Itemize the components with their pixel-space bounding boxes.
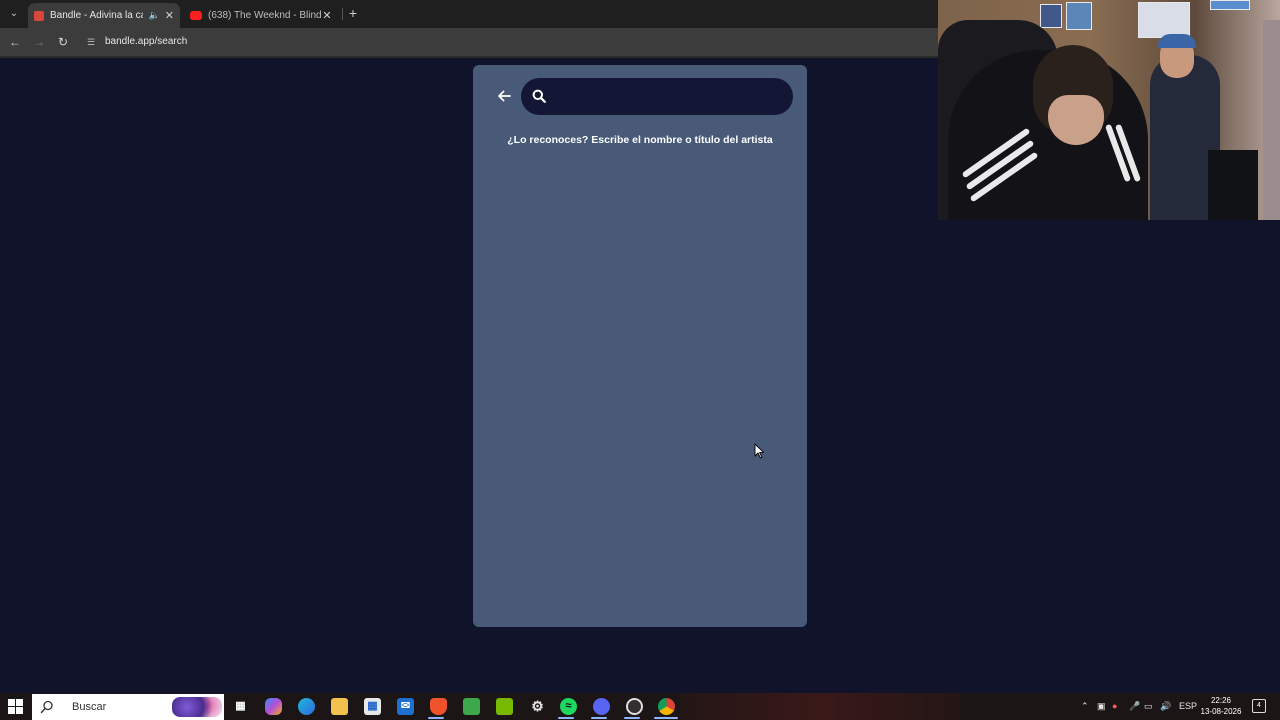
youtube-favicon-icon (190, 11, 202, 20)
tab-search-menu-icon[interactable]: ⌄ (6, 6, 22, 22)
tab-youtube[interactable]: (638) The Weeknd - Blinding Li ✕ (184, 3, 338, 28)
discord-icon[interactable] (593, 698, 610, 715)
taskbar-clock[interactable]: 22:26 13-08-2026 (1198, 695, 1244, 717)
tab-divider (342, 8, 343, 20)
app-running-indicator (624, 717, 640, 719)
clock-time: 22:26 (1210, 696, 1232, 705)
wall-poster (1138, 2, 1190, 38)
bandle-favicon-icon (34, 10, 44, 21)
back-arrow-icon[interactable] (495, 87, 513, 105)
tab-title: (638) The Weeknd - Blinding Li (208, 10, 322, 21)
microphone-icon[interactable]: 🎤 (1129, 699, 1140, 713)
tray-overflow-chevron-icon[interactable]: ⌃ (1081, 699, 1089, 713)
task-view-icon[interactable]: ▦ (232, 698, 249, 715)
tray-app-icon[interactable]: ● (1112, 699, 1117, 713)
edge-icon[interactable] (298, 698, 315, 715)
address-bar[interactable]: bandle.app/search (105, 36, 187, 48)
search-highlight-art (172, 697, 222, 717)
app-running-indicator (558, 717, 574, 719)
nvidia-icon[interactable] (496, 698, 513, 715)
tab-bandle[interactable]: Bandle - Adivina la canción 🔈 ✕ (28, 3, 180, 28)
chrome-icon[interactable] (658, 698, 675, 715)
close-tab-icon[interactable]: ✕ (322, 9, 332, 22)
settings-gear-icon[interactable]: ⚙ (529, 698, 546, 715)
search-icon (40, 700, 53, 714)
reload-button[interactable]: ↻ (55, 34, 71, 50)
app-active-indicator (654, 717, 678, 719)
network-icon[interactable]: ▭ (1144, 699, 1153, 713)
mouse-cursor-icon (754, 443, 764, 459)
windows-taskbar: Buscar ▦ ▦ ✉ ⚙ ≈ ⌃ ▣ ● 🎤 ▭ 🔊 ESP 22:26 1… (0, 693, 1280, 720)
search-hint: ¿Lo reconoces? Escribe el nombre o títul… (507, 134, 773, 146)
green-app-icon[interactable] (463, 698, 480, 715)
tray-app-icon[interactable]: ▣ (1097, 699, 1106, 713)
cap (1158, 34, 1196, 48)
close-tab-icon[interactable]: ✕ (165, 9, 174, 22)
brave-icon[interactable] (430, 698, 447, 715)
notification-count: 4 (1257, 702, 1261, 709)
new-tab-button[interactable]: + (346, 5, 360, 21)
wall-poster (1210, 0, 1250, 10)
copilot-icon[interactable] (265, 698, 282, 715)
store-icon[interactable]: ▦ (364, 698, 381, 715)
taskbar-search-box[interactable]: Buscar (32, 694, 224, 720)
notification-center-icon[interactable]: 4 (1252, 699, 1266, 713)
windows-start-icon[interactable] (8, 699, 23, 714)
file-explorer-icon[interactable] (331, 698, 348, 715)
artist-search-bar[interactable] (521, 78, 793, 115)
site-settings-icon[interactable]: ☰ (87, 36, 97, 48)
mail-icon[interactable]: ✉ (397, 698, 414, 715)
speaker-icon[interactable]: 🔈 (148, 10, 159, 21)
back-button[interactable]: ← (7, 34, 23, 50)
artist-search-input[interactable] (555, 78, 785, 115)
tab-title: Bandle - Adivina la canción (50, 10, 144, 21)
language-indicator[interactable]: ESP (1179, 699, 1197, 713)
spotify-icon[interactable]: ≈ (560, 698, 577, 715)
clock-date: 13-08-2026 (1200, 707, 1242, 716)
taskbar-search-placeholder: Buscar (72, 701, 107, 713)
volume-icon[interactable]: 🔊 (1160, 699, 1171, 713)
app-running-indicator (591, 717, 607, 719)
wall-poster (1040, 4, 1062, 28)
wall-poster (1066, 2, 1092, 30)
search-icon (532, 89, 546, 103)
search-card: ¿Lo reconoces? Escribe el nombre o títul… (473, 65, 807, 627)
webcam-overlay (938, 0, 1280, 220)
taskbar-background-glow (680, 693, 960, 720)
forward-button[interactable]: → (31, 34, 47, 50)
obs-icon[interactable] (626, 698, 643, 715)
app-running-indicator (428, 717, 444, 719)
music-stand (1208, 150, 1258, 220)
dresser (1263, 20, 1280, 220)
